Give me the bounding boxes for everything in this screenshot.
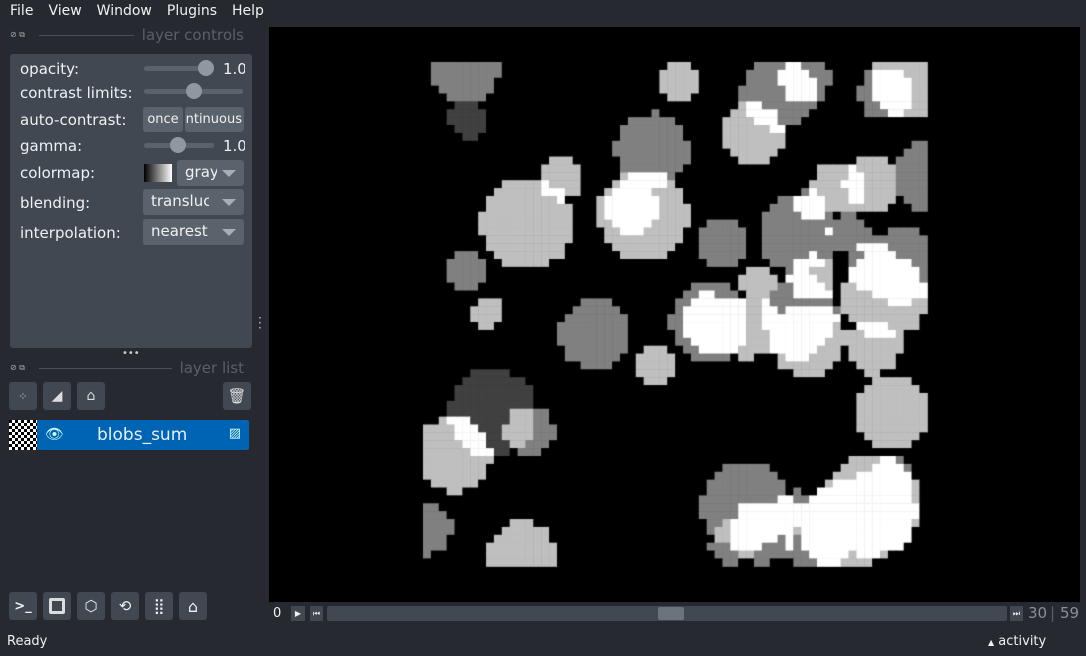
colormap-preview [144,164,172,182]
menu-bar: File View Window Plugins Help [0,0,1086,24]
chevron-down-icon [222,229,236,236]
terminal-icon: >_ [14,598,32,614]
console-button[interactable]: >_ [9,592,37,620]
layer-list-title-bar: ⊘ ⧉ layer list [10,359,244,377]
blobs-image [269,27,1080,602]
colormap-label: colormap: [20,164,96,182]
dims-slider[interactable] [327,606,1007,621]
menu-help[interactable]: Help [222,0,269,24]
dims-current[interactable]: 30 [1028,604,1047,622]
menu-window[interactable]: Window [87,0,157,24]
opacity-knob[interactable] [198,60,214,76]
grid-icon: ⣿ [153,597,165,615]
roll-dims-button[interactable]: ⬡ [77,592,105,620]
chevron-down-icon [222,170,236,177]
blending-label: blending: [20,194,91,212]
layer-controls-title-bar: ⊘ ⧉ layer controls [10,26,244,44]
dock-splitter[interactable]: · · · [258,312,262,334]
float-icon[interactable]: ⊘ ⧉ [10,363,25,373]
layer-thumbnail [9,420,37,450]
activity-button[interactable]: ▲ activity [988,634,1046,649]
layer-controls-title: layer controls [141,26,244,44]
auto-contrast-once-button[interactable]: once [143,107,183,132]
interpolation-dropdown[interactable]: nearest [143,219,244,245]
menu-file[interactable]: File [0,0,38,24]
gamma-value: 1.0 [223,137,245,155]
contrast-limits-knob[interactable] [186,83,202,99]
chevron-down-icon [222,199,236,206]
points-icon: ⁘ [18,389,28,403]
eye-icon[interactable]: 👁 [45,425,64,443]
viewer-canvas[interactable] [269,27,1080,602]
auto-contrast-continuous-button[interactable]: continuous [185,107,244,132]
tag-icon: ⌂ [86,388,96,404]
gamma-slider[interactable] [144,137,214,153]
dims-separator: | [1050,604,1056,622]
play-icon: ▶ [294,609,302,618]
opacity-value: 1.0 [223,60,245,78]
gamma-label: gamma: [20,137,83,155]
menu-view[interactable]: View [38,0,86,24]
contrast-limits-slider[interactable] [144,83,243,99]
colormap-dropdown[interactable]: gray [177,160,244,186]
interpolation-label: interpolation: [20,224,121,242]
transpose-icon: ⟲ [118,597,132,615]
new-labels-layer-button[interactable]: ⌂ [77,382,105,410]
gamma-knob[interactable] [170,137,186,153]
step-forward-button[interactable]: ⏭ [1010,606,1023,621]
dims-min: 0 [273,606,282,621]
float-icon[interactable]: ⊘ ⧉ [10,30,25,40]
opacity-slider[interactable] [144,60,214,76]
square-icon [49,598,65,614]
contrast-limits-label: contrast limits: [20,84,133,102]
layer-item-blobs-sum[interactable]: 👁 blobs_sum ▨ [9,420,249,450]
delete-layer-button[interactable]: 🗑 [223,382,251,410]
caret-up-icon: ▲ [988,638,995,647]
menu-plugins[interactable]: Plugins [157,0,222,24]
step-back-button[interactable]: ⏮ [310,606,323,621]
opacity-label: opacity: [20,60,80,78]
home-button[interactable]: ⌂ [179,592,207,620]
status-text: Ready [7,634,48,649]
play-button[interactable]: ▶ [291,606,305,621]
dims-slider-handle[interactable] [658,607,684,620]
shapes-icon: ◢ [51,388,63,404]
splitter-handle[interactable]: ••• [122,348,140,359]
auto-contrast-label: auto-contrast: [20,111,127,129]
grid-button[interactable]: ⣿ [145,592,173,620]
layer-list-title: layer list [179,359,244,377]
layer-controls-panel: opacity: 1.0 contrast limits: auto-contr… [10,54,252,348]
image-icon: ▨ [228,426,241,441]
step-back-icon: ⏮ [312,609,321,618]
blending-dropdown[interactable]: translucent [143,189,244,215]
trash-icon: 🗑 [227,387,247,405]
ndisplay-button[interactable] [43,592,71,620]
step-forward-icon: ⏭ [1012,609,1021,618]
layer-name[interactable]: blobs_sum [97,425,187,445]
cube-rotate-icon: ⬡ [84,597,98,615]
dims-max: 59 [1060,604,1080,622]
new-shapes-layer-button[interactable]: ◢ [43,382,71,410]
transpose-button[interactable]: ⟲ [111,592,139,620]
home-icon: ⌂ [187,596,199,616]
new-points-layer-button[interactable]: ⁘ [9,382,37,410]
